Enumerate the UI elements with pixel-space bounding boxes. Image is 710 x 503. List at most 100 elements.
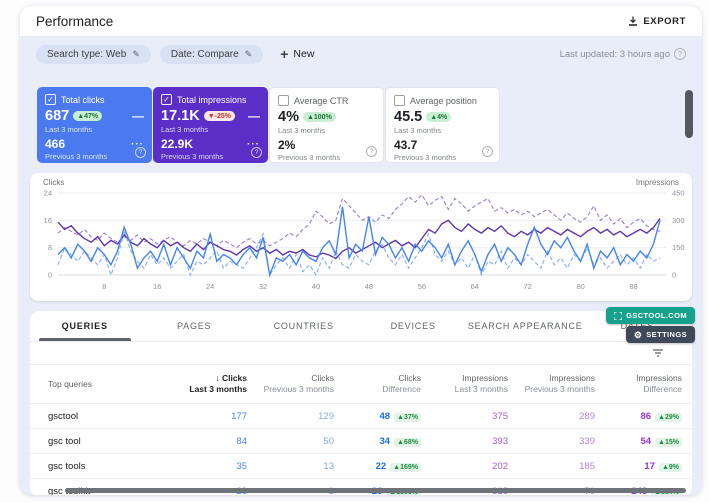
help-icon[interactable]: ? <box>251 147 262 158</box>
table-toolbar <box>30 342 692 365</box>
change-badge: ▲47% <box>73 111 102 121</box>
change-badge: ▲100% <box>303 112 336 122</box>
query-cell: gsc tools <box>30 461 170 472</box>
expand-icon <box>614 312 622 320</box>
edit-icon: ✎ <box>132 49 140 60</box>
impressions-previous-cell: 289 <box>518 411 605 422</box>
metric-card-average-position[interactable]: Average position45.5▲4%Last 3 months43.7… <box>385 87 500 163</box>
settings-button-label: SETTINGS <box>646 330 687 339</box>
tab-countries[interactable]: COUNTRIES <box>249 311 358 341</box>
svg-text:56: 56 <box>418 282 426 291</box>
svg-text:72: 72 <box>524 282 532 291</box>
table-card: QUERIESPAGESCOUNTRIESDEVICESSEARCH APPEA… <box>30 311 692 495</box>
table-header-row: Top queries↓ ClicksLast 3 monthsClicksPr… <box>30 365 692 404</box>
filter-bar: Search type: Web ✎ Date: Compare ✎ + New… <box>20 37 702 69</box>
column-header[interactable]: ImpressionsDifference <box>605 373 692 395</box>
table-row[interactable]: gsc tools351322▲169%20218517▲9% <box>30 453 692 478</box>
new-filter-label: New <box>293 48 314 60</box>
clicks-axis-label: Clicks <box>43 178 64 187</box>
change-badge: ▲169% <box>390 463 421 472</box>
help-icon[interactable]: ? <box>482 146 493 157</box>
gsctool-site-button[interactable]: GSCTOOL.COM <box>606 307 695 324</box>
edit-icon: ✎ <box>245 49 253 60</box>
tab-devices[interactable]: DEVICES <box>358 311 467 341</box>
checkbox-icon[interactable]: ✓ <box>161 94 172 105</box>
chart-card: Clicks Impressions 008150163002445081624… <box>30 173 692 301</box>
metric-value-previous: 2% <box>278 138 295 152</box>
impressions-current-cell: 375 <box>431 411 518 422</box>
metric-card-total-impressions[interactable]: ✓Total impressions17.1K▼-25%—Last 3 mont… <box>153 87 268 163</box>
help-icon[interactable]: ? <box>674 48 686 60</box>
new-filter-button[interactable]: + New <box>280 48 314 60</box>
column-header[interactable]: ClicksPrevious 3 months <box>257 373 344 395</box>
column-header[interactable]: ClicksDifference <box>344 373 431 395</box>
checkbox-icon[interactable] <box>278 95 289 106</box>
filter-icon[interactable] <box>652 349 664 358</box>
metric-cards: ✓Total clicks687▲47%—Last 3 months466···… <box>37 87 702 163</box>
metric-card-average-ctr[interactable]: Average CTR4%▲100%Last 3 months2%Previou… <box>269 87 384 163</box>
metric-card-label: Total impressions <box>177 95 247 105</box>
performance-chart[interactable]: 0081501630024450816243240485664728088 <box>30 187 692 299</box>
table-row[interactable]: gsc tool845034▲68%39333954▲15% <box>30 428 692 453</box>
filter-chip-label: Date: Compare <box>171 49 239 60</box>
filter-chip-date[interactable]: Date: Compare ✎ <box>160 45 263 64</box>
metric-period: Last 3 months <box>161 125 260 134</box>
vertical-scrollbar[interactable] <box>685 90 693 138</box>
clicks-previous-cell: 50 <box>257 436 344 447</box>
column-header[interactable]: ImpressionsLast 3 months <box>431 373 518 395</box>
impressions-difference-cell: 86▲29% <box>605 411 692 422</box>
last-updated-text: Last updated: 3 hours ago <box>560 49 670 60</box>
svg-text:16: 16 <box>153 282 161 291</box>
checkbox-icon[interactable] <box>394 95 405 106</box>
page-title: Performance <box>36 14 113 29</box>
horizontal-scrollbar[interactable] <box>65 488 686 493</box>
table-body: gsctool17712948▲37%37528986▲29%gsc tool8… <box>30 404 692 495</box>
query-cell: gsc tool <box>30 436 170 447</box>
metric-value: 45.5 <box>394 109 422 125</box>
svg-text:8: 8 <box>48 243 52 252</box>
svg-text:24: 24 <box>206 282 214 291</box>
clicks-difference-cell: 34▲68% <box>344 436 431 447</box>
metric-card-label: Total clicks <box>61 95 105 105</box>
svg-text:48: 48 <box>365 282 373 291</box>
impressions-previous-cell: 339 <box>518 436 605 447</box>
line-style-icon: — <box>248 109 260 123</box>
export-button[interactable]: EXPORT <box>628 16 686 27</box>
tab-queries[interactable]: QUERIES <box>30 311 139 341</box>
help-icon[interactable]: ? <box>366 146 377 157</box>
column-header[interactable]: ImpressionsPrevious 3 months <box>518 373 605 395</box>
table-row[interactable]: gsctool17712948▲37%37528986▲29% <box>30 404 692 428</box>
metric-value-previous: 466 <box>45 137 65 151</box>
clicks-current-cell: 84 <box>170 436 257 447</box>
metric-period: Previous 3 months <box>45 152 144 161</box>
export-label: EXPORT <box>643 16 686 27</box>
metric-card-label: Average CTR <box>294 96 348 106</box>
column-header[interactable]: Top queries <box>30 379 170 390</box>
tab-search-appearance[interactable]: SEARCH APPEARANCE <box>468 311 583 341</box>
last-updated: Last updated: 3 hours ago ? <box>560 48 686 60</box>
metric-period: Previous 3 months <box>278 153 375 162</box>
svg-text:24: 24 <box>44 189 52 198</box>
change-badge: ▲37% <box>394 413 421 422</box>
checkbox-icon[interactable]: ✓ <box>45 94 56 105</box>
tab-pages[interactable]: PAGES <box>139 311 248 341</box>
change-badge: ▲4% <box>426 112 451 122</box>
change-badge: ▲15% <box>655 438 682 447</box>
performance-panel: Performance EXPORT Search type: Web ✎ Da… <box>20 6 702 495</box>
filter-chip-search-type[interactable]: Search type: Web ✎ <box>36 45 151 64</box>
settings-button[interactable]: ⚙ SETTINGS <box>626 326 695 343</box>
column-header[interactable]: ↓ ClicksLast 3 months <box>170 373 257 395</box>
filter-chip-label: Search type: Web <box>47 49 126 60</box>
query-cell: gsctool <box>30 411 170 422</box>
metric-card-total-clicks[interactable]: ✓Total clicks687▲47%—Last 3 months466···… <box>37 87 152 163</box>
page-header: Performance EXPORT <box>20 6 702 37</box>
metric-card-label: Average position <box>410 96 477 106</box>
gear-icon: ⚙ <box>634 331 642 339</box>
table-tabs: QUERIESPAGESCOUNTRIESDEVICESSEARCH APPEA… <box>30 311 692 342</box>
change-badge: ▲9% <box>659 463 682 472</box>
help-icon[interactable]: ? <box>135 147 146 158</box>
impressions-current-cell: 393 <box>431 436 518 447</box>
impressions-previous-cell: 185 <box>518 461 605 472</box>
impressions-difference-cell: 17▲9% <box>605 461 692 472</box>
metric-value: 4% <box>278 109 299 125</box>
